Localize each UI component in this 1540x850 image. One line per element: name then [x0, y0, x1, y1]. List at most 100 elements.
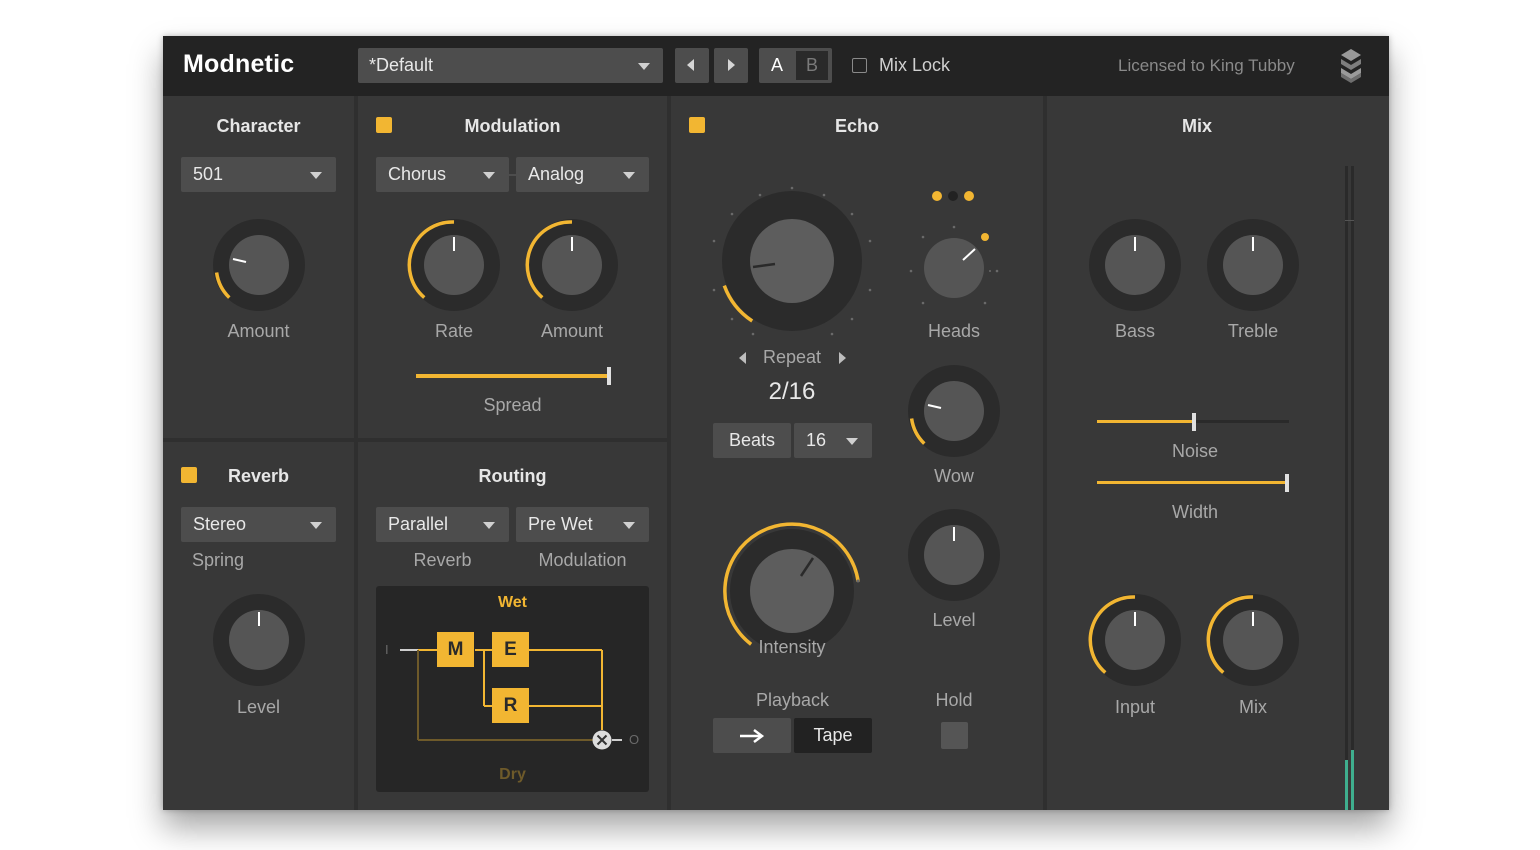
spread-label: Spread — [483, 395, 542, 415]
noise-slider[interactable] — [1097, 410, 1293, 434]
chevron-down-icon — [310, 522, 322, 529]
character-title: Character — [216, 116, 301, 136]
chevron-down-icon — [623, 172, 635, 179]
chevron-down-icon — [623, 522, 635, 529]
beats-value: 16 — [806, 430, 827, 450]
preset-name: *Default — [369, 55, 434, 75]
beats-button[interactable]: Beats — [713, 423, 791, 458]
heads-knob[interactable] — [904, 221, 1004, 321]
mix-knob[interactable] — [1203, 593, 1303, 693]
modulation-rate-knob[interactable] — [404, 218, 504, 318]
echo-block[interactable]: E — [492, 632, 529, 667]
modulation-style-dropdown[interactable]: Analog — [516, 157, 649, 192]
ab-compare: A B — [759, 48, 832, 83]
routing-diagram: Wet Dry I O M E R — [376, 586, 649, 792]
routing-title: Routing — [478, 466, 547, 486]
repeat-next-arrow[interactable] — [839, 352, 846, 364]
mix-panel: Mix Bass Treble Noise Width Input Mix — [1047, 96, 1389, 810]
mix-lock-label: Mix Lock — [879, 55, 951, 75]
repeat-value: 2/16 — [768, 378, 816, 405]
input-knob[interactable] — [1085, 593, 1185, 693]
reverb-level-label: Level — [236, 697, 281, 717]
echo-title: Echo — [834, 116, 879, 136]
reverb-route-value: Parallel — [388, 514, 449, 534]
beats-dropdown[interactable]: 16 — [794, 423, 872, 458]
width-slider[interactable] — [1097, 471, 1293, 495]
spread-slider[interactable] — [416, 364, 612, 388]
reverb-level-knob[interactable] — [209, 593, 309, 693]
preset-dropdown[interactable]: *Default — [358, 48, 663, 83]
reverb-mode-dropdown[interactable]: Stereo — [181, 507, 336, 542]
bass-knob[interactable] — [1085, 218, 1185, 318]
dry-label: Dry — [499, 766, 526, 783]
reverb-block[interactable]: R — [492, 688, 529, 723]
character-panel: Character 501 Amount — [163, 96, 354, 438]
modulation-block[interactable]: M — [437, 632, 474, 667]
input-node-label: I — [385, 642, 389, 657]
modulation-type-value: Chorus — [388, 164, 447, 184]
modulation-route-value: Pre Wet — [528, 514, 593, 534]
header-bar: Modnetic *Default A B Mix Lock Licensed … — [163, 36, 1389, 96]
a-button[interactable]: A — [759, 48, 795, 83]
reverb-title: Reverb — [227, 466, 290, 486]
modulation-route-dropdown[interactable]: Pre Wet — [516, 507, 649, 542]
echo-level-label: Level — [932, 610, 976, 630]
repeat-label: Repeat — [762, 347, 822, 367]
hold-label: Hold — [935, 690, 973, 710]
bass-label: Bass — [1114, 321, 1156, 341]
license-text: Licensed to King Tubby — [1118, 56, 1295, 75]
arrow-right-icon — [728, 59, 735, 71]
b-button[interactable]: B — [796, 51, 828, 80]
character-amount-label: Amount — [227, 321, 290, 341]
brand-title: Modnetic — [183, 50, 295, 78]
arrow-left-icon — [687, 59, 694, 71]
reverb-type-label: Spring — [192, 550, 245, 570]
mix-lock-checkbox[interactable] — [852, 58, 867, 73]
modulation-panel: Modulation Chorus Analog Rate Amount Spr… — [358, 96, 667, 438]
plugin-window: Modnetic *Default A B Mix Lock Licensed … — [163, 36, 1389, 810]
playback-label: Playback — [755, 690, 830, 710]
prev-preset-button[interactable] — [675, 48, 709, 83]
wow-knob[interactable] — [904, 364, 1004, 464]
echo-level-knob[interactable] — [904, 508, 1004, 608]
echo-panel: Echo Repeat 2/16 Beats 16 Intensity Head… — [671, 96, 1043, 810]
playback-tape-button[interactable]: Tape — [794, 718, 872, 753]
modulation-rate-label: Rate — [434, 321, 474, 341]
character-mode-value: 501 — [193, 164, 224, 184]
modulation-route-caption: Modulation — [538, 550, 627, 570]
noise-label: Noise — [1171, 441, 1219, 461]
wow-label: Wow — [934, 466, 974, 486]
reverb-route-caption: Reverb — [413, 550, 472, 570]
modulation-amount-knob[interactable] — [522, 218, 622, 318]
output-level-meter — [1345, 166, 1354, 810]
reverb-panel: Reverb Stereo Spring Level — [163, 442, 354, 810]
heads-label: Heads — [927, 321, 981, 341]
playback-direction-button[interactable] — [713, 718, 791, 753]
character-amount-knob[interactable] — [209, 218, 309, 318]
output-node-label: O — [629, 732, 640, 747]
dropdown-connector — [509, 174, 516, 176]
hold-toggle[interactable] — [941, 722, 968, 749]
heads-indicator — [932, 191, 974, 201]
mix-node-icon — [592, 730, 612, 750]
chevron-down-icon — [310, 172, 322, 179]
character-mode-dropdown[interactable]: 501 — [181, 157, 336, 192]
reverb-route-dropdown[interactable]: Parallel — [376, 507, 509, 542]
modulation-title: Modulation — [464, 116, 561, 136]
mix-title: Mix — [1181, 116, 1212, 136]
repeat-knob[interactable] — [707, 181, 877, 351]
modulation-style-value: Analog — [528, 164, 585, 184]
wet-label: Wet — [497, 594, 528, 611]
chevron-down-icon — [483, 522, 495, 529]
input-label: Input — [1114, 697, 1156, 717]
chevron-down-icon — [638, 63, 650, 70]
brand-logo-icon — [1341, 49, 1361, 83]
mix-label: Mix — [1239, 697, 1267, 717]
modulation-type-dropdown[interactable]: Chorus — [376, 157, 509, 192]
modulation-amount-label: Amount — [540, 321, 604, 341]
treble-knob[interactable] — [1203, 218, 1303, 318]
chevron-down-icon — [483, 172, 495, 179]
next-preset-button[interactable] — [714, 48, 748, 83]
chevron-down-icon — [846, 438, 858, 445]
intensity-label: Intensity — [758, 637, 826, 657]
